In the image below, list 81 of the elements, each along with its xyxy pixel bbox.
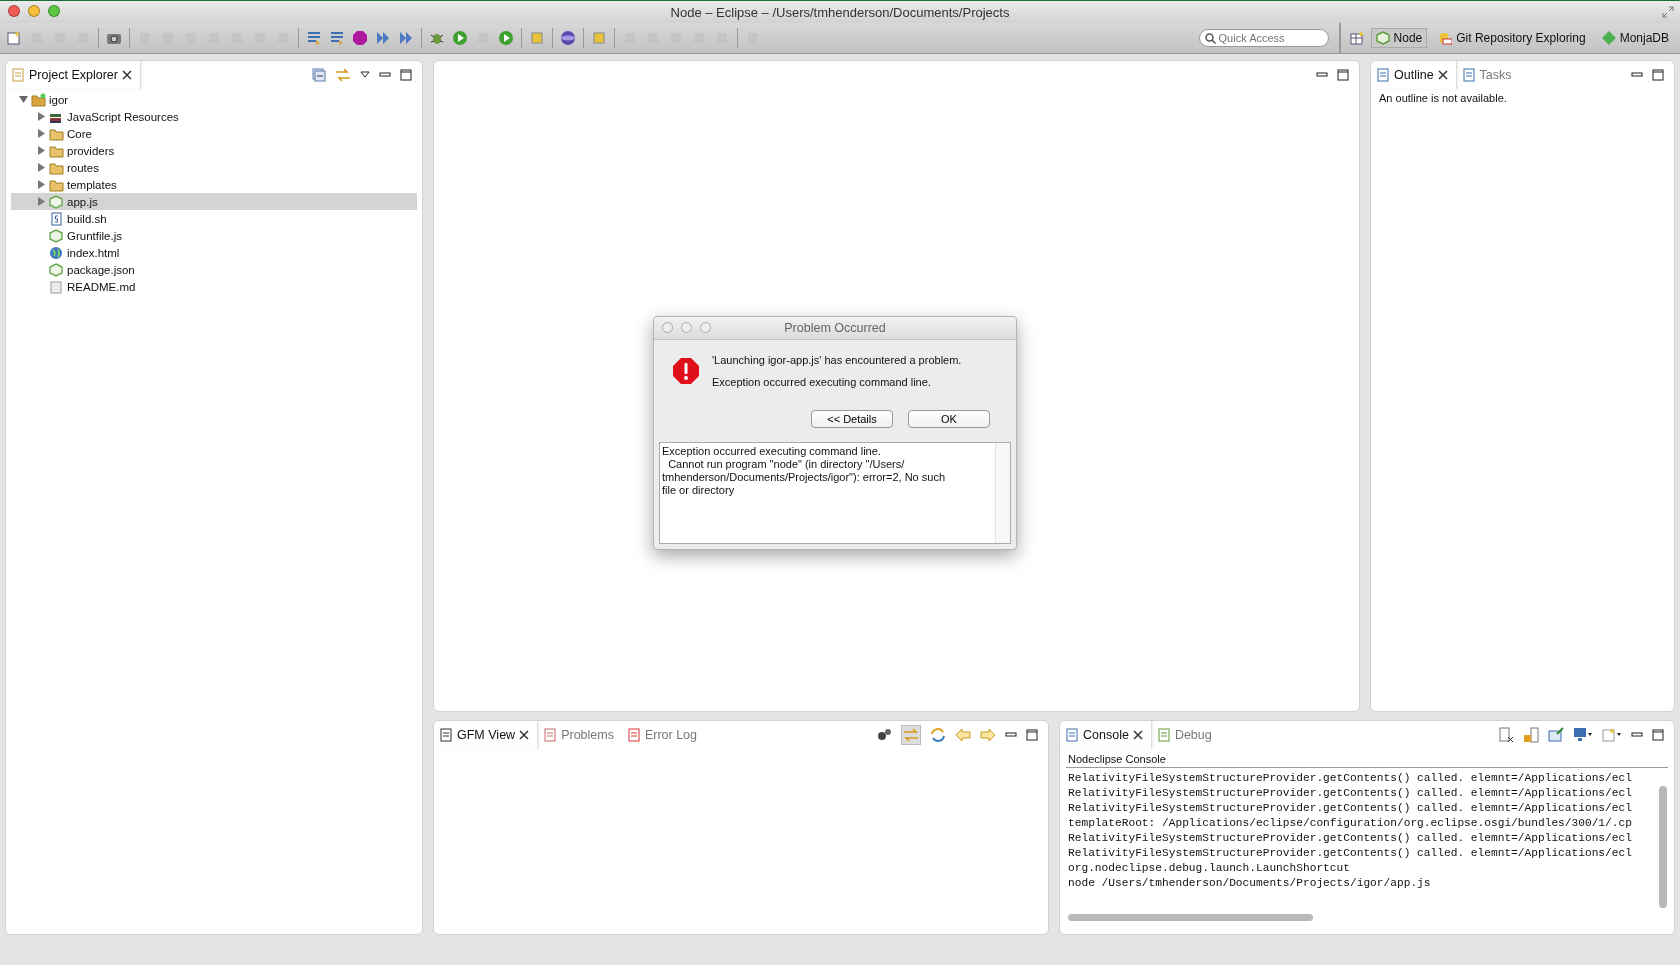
close-icon[interactable]	[519, 730, 530, 740]
tree-item[interactable]: app.js	[11, 193, 417, 210]
globe-icon	[49, 245, 64, 260]
hexagon-icon	[1375, 31, 1390, 45]
close-window-button[interactable]	[662, 322, 673, 333]
maximize-icon[interactable]	[400, 69, 412, 81]
tree-item[interactable]: Core	[11, 125, 417, 142]
console-line: RelativityFileSystemStructureProvider.getContents() called. elemnt=/Applications/ecl	[1068, 801, 1633, 816]
console-line: templateRoot: /Applications/eclipse/configuration/org.eclipse.osgi/bundles/300/1/.cp	[1068, 816, 1633, 831]
tree-item[interactable]: package.json	[11, 261, 417, 278]
console-line: org.nodeclipse.debug.launch.LaunchShortcut	[1068, 861, 1351, 876]
maximize-icon[interactable]	[1337, 69, 1349, 81]
fast-forward-icon[interactable]	[375, 30, 391, 46]
dollar-file-icon	[49, 211, 64, 226]
console-line: node /Users/tmhenderson/Documents/Projects/igor/app.js	[1068, 876, 1432, 891]
tree-item[interactable]: README.md	[11, 278, 417, 295]
dialog-button[interactable]: << Details	[811, 410, 893, 428]
expanded-arrow-icon[interactable]	[19, 95, 28, 104]
close-icon[interactable]	[121, 70, 132, 80]
notepad-icon	[439, 728, 453, 742]
close-icon[interactable]	[1437, 70, 1448, 80]
perspective-button[interactable]: Node	[1370, 28, 1428, 48]
panel-tab[interactable]: Problems	[538, 721, 622, 749]
panel-tab[interactable]: Project Explorer	[6, 61, 141, 89]
close-icon[interactable]	[1132, 730, 1143, 740]
panel-tab[interactable]: GFM View	[434, 721, 539, 749]
breakpoint-icon[interactable]	[352, 30, 368, 46]
console-name: Nodeclipse Console	[1066, 751, 1668, 768]
minimize-window-button[interactable]	[681, 322, 692, 333]
tree-item[interactable]: build.sh	[11, 210, 417, 227]
details-text: Exception occurred executing command line. Cannot run program "node" (in directory "/Users/ tmhenderson/Documents/Projects/igor"): error=2, No such file or directory	[661, 444, 946, 498]
quick-access-field[interactable]: Quick Access	[1198, 29, 1329, 47]
run-icon[interactable]	[452, 30, 468, 46]
new-console-icon[interactable]	[1602, 727, 1622, 743]
outline-message: An outline is not available.	[1378, 91, 1508, 106]
document-icon	[543, 728, 558, 742]
maximize-icon[interactable]	[1652, 729, 1664, 741]
window-title: Node – Eclipse – /Users/tmhenderson/Documents/Projects	[670, 4, 1010, 20]
zoom-window-button[interactable]	[48, 5, 60, 17]
search-icon	[1204, 33, 1216, 44]
fullscreen-icon[interactable]	[1662, 6, 1674, 18]
dialog-reason: Exception occurred executing command line.	[712, 376, 932, 388]
scrollbar[interactable]	[995, 443, 1010, 543]
perspective-button[interactable]: MonjaDB	[1596, 28, 1674, 48]
maximize-icon[interactable]	[1652, 69, 1664, 81]
error-icon	[672, 357, 700, 385]
tree-item[interactable]: index.html	[11, 244, 417, 261]
globe-icon[interactable]	[560, 30, 576, 46]
console-line: RelativityFileSystemStructureProvider.getContents() called. elemnt=/Applications/ecl	[1068, 831, 1633, 846]
link-arrows-icon[interactable]	[335, 68, 351, 82]
panel-tab[interactable]: Outline	[1371, 61, 1457, 89]
maximize-icon[interactable]	[1026, 729, 1038, 741]
zoom-window-button[interactable]	[700, 322, 711, 333]
close-window-button[interactable]	[8, 5, 20, 17]
new-file-icon[interactable]	[6, 30, 22, 46]
dialog-title: Problem Occurred	[784, 321, 886, 335]
dialog-button[interactable]: OK	[908, 410, 990, 428]
tree-item[interactable]: Gruntfile.js	[11, 227, 417, 244]
console-line: RelativityFileSystemStructureProvider.getContents() called. elemnt=/Applications/ecl	[1068, 846, 1633, 861]
tree-item[interactable]: JavaScript Resources	[11, 108, 417, 125]
panel-tab[interactable]: Error Log	[621, 721, 706, 749]
dialog-message: 'Launching igor-app.js' has encountered a problem.	[712, 354, 962, 366]
perspective-button[interactable]: Git Repository Exploring	[1433, 28, 1591, 48]
view-menu-icon[interactable]	[360, 71, 370, 79]
open-perspective-icon[interactable]	[1348, 30, 1365, 46]
tree-item[interactable]: providers	[11, 142, 417, 159]
tree-item[interactable]: templates	[11, 176, 417, 193]
tree-item[interactable]: igor	[11, 91, 417, 108]
collapse-all-icon[interactable]	[312, 68, 326, 82]
panel-tab[interactable]: Console	[1060, 721, 1152, 749]
clear-console-icon[interactable]	[1498, 727, 1514, 743]
scroll-lock-icon[interactable]	[1523, 727, 1539, 743]
panel-tab[interactable]: Tasks	[1456, 61, 1520, 89]
console-line: RelativityFileSystemStructureProvider.getContents() called. elemnt=/Applications/ecl	[1068, 786, 1633, 801]
refresh-arrows-icon[interactable]	[930, 727, 946, 743]
minimize-window-button[interactable]	[28, 5, 40, 17]
tree-item[interactable]: routes	[11, 159, 417, 176]
console-line: RelativityFileSystemStructureProvider.getContents() called. elemnt=/Applications/ecl	[1068, 771, 1633, 786]
list-icon[interactable]	[306, 30, 322, 46]
panel-tab[interactable]: Debug	[1151, 721, 1220, 749]
run-config-icon[interactable]	[498, 30, 514, 46]
